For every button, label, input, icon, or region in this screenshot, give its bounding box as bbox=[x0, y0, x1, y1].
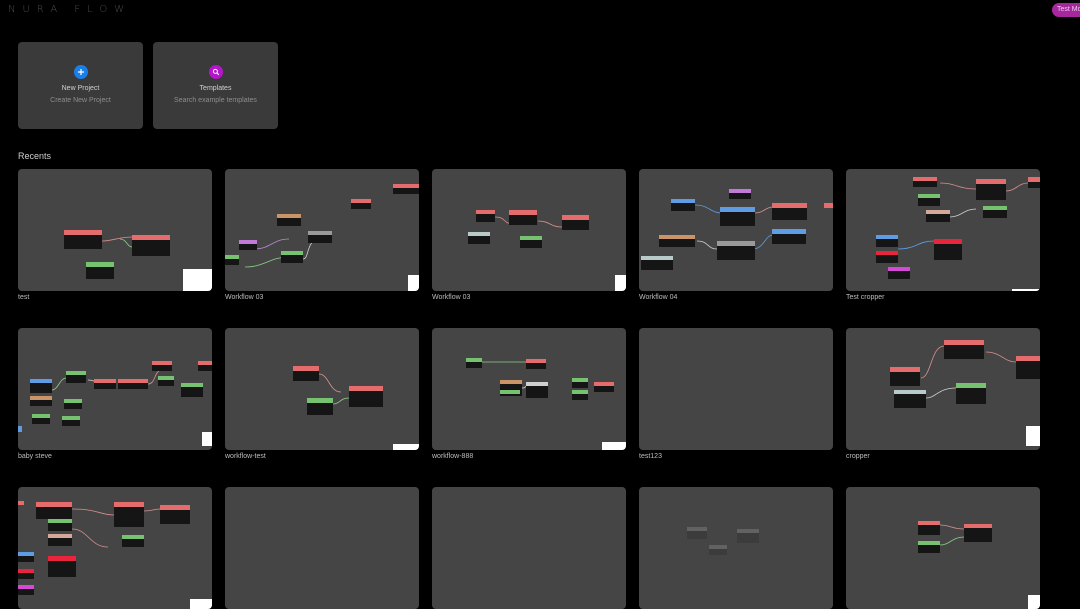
project-thumbnail bbox=[225, 328, 419, 450]
templates-title: Templates bbox=[199, 85, 232, 92]
project-card[interactable] bbox=[432, 487, 626, 609]
project-card[interactable]: Workflow 03 bbox=[225, 169, 419, 301]
project-card[interactable]: baby steve bbox=[18, 328, 212, 460]
project-card[interactable] bbox=[18, 487, 212, 609]
project-card[interactable]: Workflow 04 bbox=[639, 169, 833, 301]
project-card[interactable]: test123 bbox=[639, 328, 833, 460]
top-bar: NURA FLOW Test Mon bbox=[0, 0, 1080, 22]
project-thumbnail bbox=[639, 169, 833, 291]
project-name: cropper bbox=[846, 453, 870, 460]
project-thumbnail bbox=[432, 169, 626, 291]
user-badge[interactable]: Test Mon bbox=[1052, 3, 1080, 17]
new-project-card[interactable]: New Project Create New Project bbox=[18, 42, 143, 129]
project-thumbnail bbox=[18, 487, 212, 609]
project-thumbnail bbox=[18, 328, 212, 450]
project-thumbnail bbox=[846, 169, 1040, 291]
project-name: test bbox=[18, 294, 30, 301]
app-logo[interactable]: NURA FLOW bbox=[8, 4, 131, 15]
project-card[interactable] bbox=[225, 487, 419, 609]
templates-card[interactable]: Templates Search example templates bbox=[153, 42, 278, 129]
project-name: test123 bbox=[639, 453, 662, 460]
plus-icon bbox=[73, 65, 88, 79]
recents-heading: Recents bbox=[18, 151, 52, 161]
project-card[interactable]: workflow-888 bbox=[432, 328, 626, 460]
project-card[interactable] bbox=[639, 487, 833, 609]
templates-subtitle: Search example templates bbox=[174, 97, 257, 104]
project-name: workflow-888 bbox=[432, 453, 474, 460]
project-thumbnail bbox=[432, 328, 626, 450]
project-name: Workflow 03 bbox=[225, 294, 264, 301]
project-card[interactable] bbox=[846, 487, 1040, 609]
project-card[interactable]: workflow-test bbox=[225, 328, 419, 460]
project-name: Workflow 03 bbox=[432, 294, 471, 301]
project-name: Test cropper bbox=[846, 294, 885, 301]
project-name: baby steve bbox=[18, 453, 52, 460]
project-card[interactable]: Test cropper bbox=[846, 169, 1040, 301]
new-project-title: New Project bbox=[61, 85, 100, 92]
project-thumbnail bbox=[18, 169, 212, 291]
node-graph-preview bbox=[64, 230, 212, 291]
project-thumbnail bbox=[225, 169, 419, 291]
project-thumbnail bbox=[432, 487, 626, 609]
project-thumbnail bbox=[846, 487, 1040, 609]
project-name: workflow-test bbox=[225, 453, 266, 460]
project-name: Workflow 04 bbox=[639, 294, 678, 301]
project-thumbnail bbox=[846, 328, 1040, 450]
project-thumbnail bbox=[639, 328, 833, 450]
project-thumbnail bbox=[225, 487, 419, 609]
project-card[interactable]: cropper bbox=[846, 328, 1040, 460]
project-card[interactable]: Workflow 03 bbox=[432, 169, 626, 301]
new-project-subtitle: Create New Project bbox=[50, 97, 111, 104]
search-icon bbox=[208, 65, 223, 79]
project-thumbnail bbox=[639, 487, 833, 609]
project-card[interactable]: test bbox=[18, 169, 212, 301]
